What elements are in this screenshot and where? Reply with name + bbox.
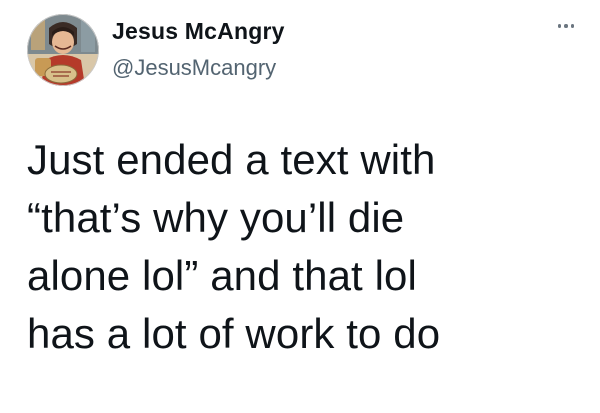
avatar[interactable] xyxy=(27,14,99,86)
tweet-text-line: “that’s why you’ll die xyxy=(27,194,405,241)
tweet-text: Just ended a text with “that’s why you’l… xyxy=(27,131,587,363)
cartoon-character-avatar-icon xyxy=(27,14,99,86)
more-options-icon-dot xyxy=(570,24,575,28)
more-options-button[interactable] xyxy=(548,14,584,38)
user-handle[interactable]: @JesusMcangry xyxy=(112,55,276,81)
more-options-icon-dot xyxy=(564,24,568,28)
tweet-card: Jesus McAngry @JesusMcangry Just ended a… xyxy=(0,0,600,413)
tweet-text-line: alone lol” and that lol xyxy=(27,252,417,299)
tweet-text-line: Just ended a text with xyxy=(27,136,436,183)
tweet-text-line: has a lot of work to do xyxy=(27,310,441,357)
more-options-icon xyxy=(557,24,562,28)
display-name[interactable]: Jesus McAngry xyxy=(112,18,285,45)
